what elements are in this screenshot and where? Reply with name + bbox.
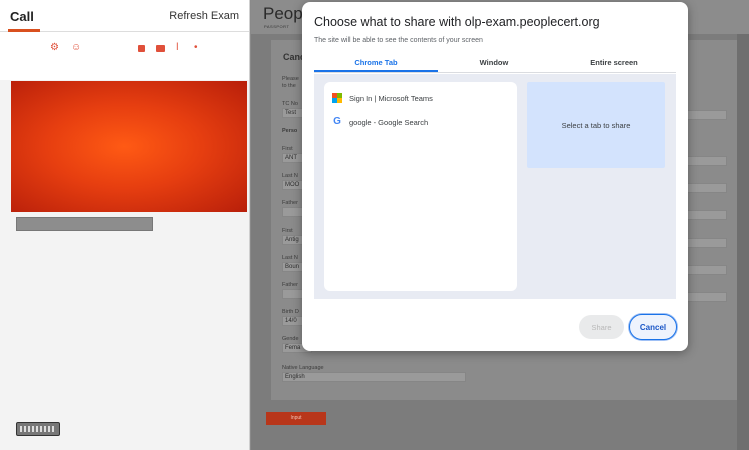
- screen-share-icon[interactable]: [138, 45, 145, 52]
- submit-button[interactable]: Input: [266, 412, 326, 425]
- record-icon[interactable]: •: [194, 43, 198, 53]
- field-input[interactable]: [683, 210, 727, 220]
- list-item[interactable]: Sign In | Microsoft Teams: [332, 91, 512, 105]
- keyboard-icon[interactable]: [16, 422, 60, 436]
- dialog-title: Choose what to share with olp-exam.peopl…: [314, 15, 600, 29]
- cancel-button[interactable]: Cancel: [629, 314, 677, 340]
- field-label: Father: [282, 282, 298, 288]
- preview-placeholder: Select a tab to share: [561, 121, 631, 130]
- share-preview: Select a tab to share: [527, 82, 665, 168]
- field-label: First: [282, 146, 293, 152]
- microsoft-icon: [332, 93, 342, 103]
- intro-line: to the: [282, 83, 296, 89]
- field-input[interactable]: [683, 110, 727, 120]
- call-controls: ⚙ ☺ ǀ •: [0, 32, 249, 66]
- list-item[interactable]: G google - Google Search: [332, 115, 512, 129]
- share-dialog: Choose what to share with olp-exam.peopl…: [302, 2, 688, 351]
- field-input[interactable]: [683, 292, 727, 302]
- tab-chrome-tab[interactable]: Chrome Tab: [314, 58, 438, 67]
- participant-name-bar: [16, 217, 153, 231]
- call-header: Call Refresh Exam: [0, 0, 249, 32]
- field-input[interactable]: [683, 265, 727, 275]
- share-content-panel: Sign In | Microsoft Teams G google - Goo…: [314, 74, 676, 299]
- camera-icon[interactable]: [156, 45, 165, 52]
- active-tab-indicator: [314, 70, 438, 72]
- dialog-subtitle: The site will be able to see the content…: [314, 37, 483, 44]
- video-feed: [11, 81, 247, 212]
- field-input[interactable]: [683, 156, 727, 166]
- share-tabs: Chrome Tab Window Entire screen: [314, 53, 676, 73]
- settings-icon[interactable]: ⚙: [50, 43, 59, 53]
- field-label: Native Language: [282, 365, 324, 371]
- intro-line: Please: [282, 76, 299, 82]
- microphone-icon[interactable]: ǀ: [176, 43, 179, 53]
- list-item-label: google - Google Search: [349, 118, 429, 127]
- spacer: [0, 66, 249, 80]
- brand-subtitle: PASSPORT: [264, 24, 290, 29]
- tab-list: Sign In | Microsoft Teams G google - Goo…: [324, 82, 517, 291]
- chat-icon[interactable]: ☺: [71, 43, 81, 53]
- tab-window[interactable]: Window: [432, 58, 556, 67]
- refresh-exam-button[interactable]: Refresh Exam: [169, 10, 239, 22]
- field-label: Birth D: [282, 309, 299, 315]
- field-label: Gende: [282, 336, 299, 342]
- google-icon: G: [333, 116, 341, 127]
- field-label: TC No: [282, 101, 298, 107]
- section-label: Perso: [282, 128, 298, 134]
- field-label: Father: [282, 200, 298, 206]
- tab-call[interactable]: Call: [10, 9, 34, 24]
- field-input[interactable]: [683, 238, 727, 248]
- list-item-label: Sign In | Microsoft Teams: [349, 94, 433, 103]
- field-label: Last N: [282, 255, 298, 261]
- share-button[interactable]: Share: [579, 315, 624, 339]
- tab-entire-screen[interactable]: Entire screen: [552, 58, 676, 67]
- field-label: Last N: [282, 173, 298, 179]
- field-label: First: [282, 228, 293, 234]
- field-input[interactable]: English: [282, 372, 466, 382]
- field-input[interactable]: [683, 183, 727, 193]
- scrollbar-track[interactable]: [737, 34, 749, 450]
